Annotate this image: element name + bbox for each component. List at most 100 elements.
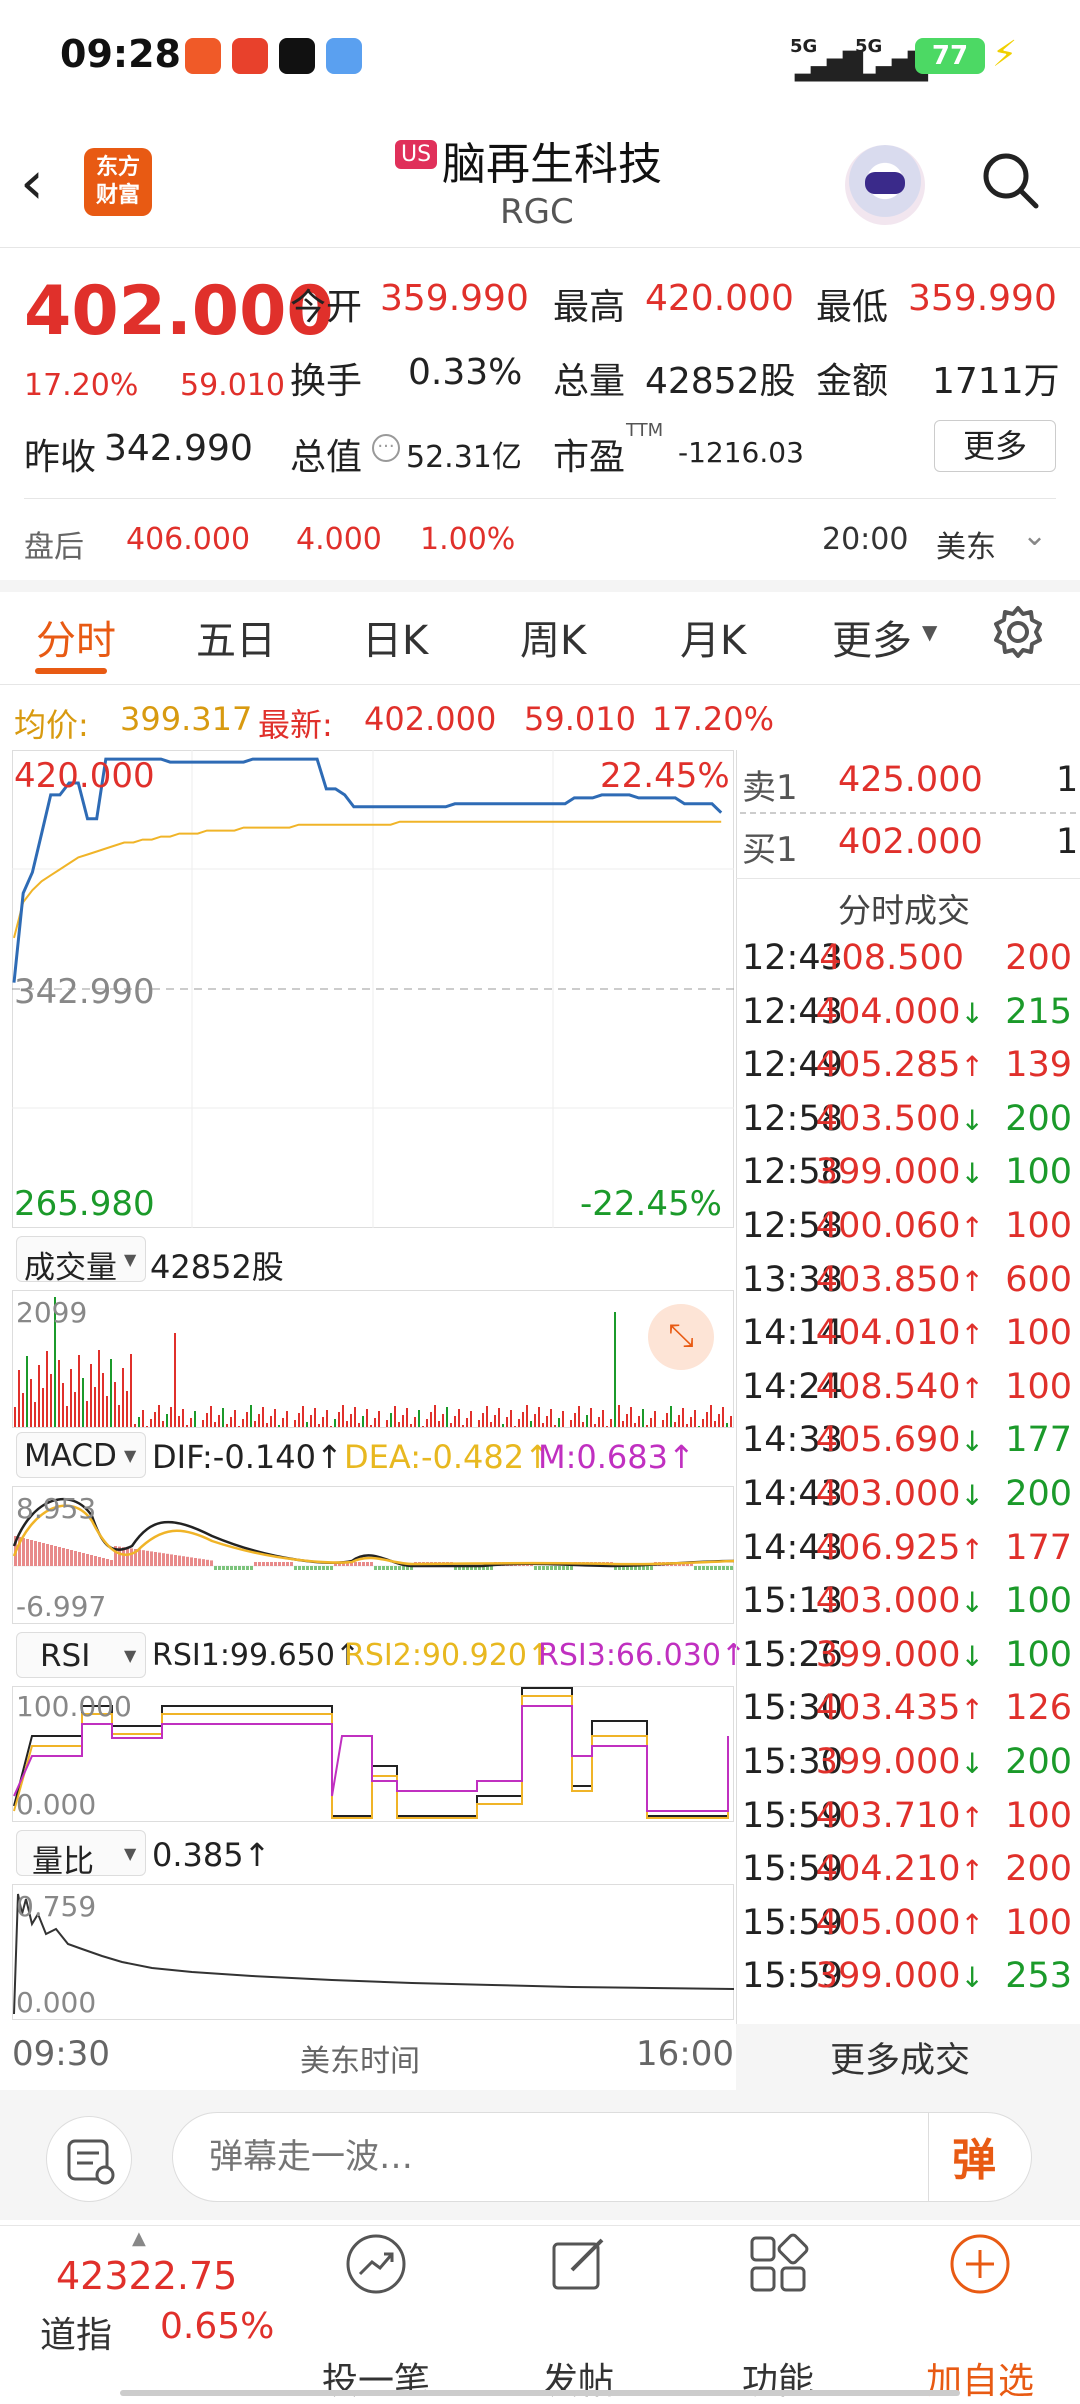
volume-bar (458, 1409, 460, 1427)
volume-bar (394, 1406, 396, 1427)
settings-gear-icon[interactable] (990, 604, 1046, 660)
volume-bar (558, 1418, 560, 1427)
volume-bar (170, 1407, 172, 1427)
index-value[interactable]: 42322.75 (56, 2254, 237, 2298)
listen-app-icon (232, 38, 268, 74)
status-time: 09:28 (60, 32, 181, 76)
volume-bar (62, 1383, 64, 1427)
macd-bar (718, 1566, 721, 1570)
nav-functions[interactable]: 功能 (698, 2352, 858, 2404)
macd-dif: DIF:-0.140↑ (152, 1438, 343, 1476)
rsi-bottom-label: 0.000 (16, 1788, 97, 1821)
volume-bar (338, 1412, 340, 1427)
volume-bar (590, 1408, 592, 1427)
macd-bar (74, 1551, 77, 1566)
trade-qty: 126 (1005, 1688, 1072, 1729)
rsi-top-label: 100.000 (16, 1690, 132, 1723)
macd-bar (694, 1566, 697, 1570)
macd-bar (370, 1562, 373, 1566)
volume-bar (682, 1408, 684, 1427)
low-value: 359.990 (908, 278, 1057, 319)
volume-bar (486, 1406, 488, 1427)
info-dots-icon[interactable]: ··· (372, 434, 400, 462)
trade-qty: 100 (1005, 1902, 1072, 1943)
volume-bar (230, 1417, 232, 1427)
danmu-settings-button[interactable] (46, 2116, 132, 2202)
volume-bar (390, 1413, 392, 1427)
macd-bar (646, 1566, 649, 1570)
volume-bar (226, 1424, 228, 1427)
trade-qty: 200 (1005, 1474, 1072, 1514)
macd-bar (30, 1540, 33, 1566)
caret-down-icon: ▼ (124, 1646, 137, 1665)
turnover-value: 0.33% (408, 352, 523, 393)
index-pct[interactable]: 0.65% (160, 2306, 274, 2347)
volume-bar (346, 1421, 348, 1427)
grid-functions-icon (750, 2233, 809, 2292)
volume-bar (626, 1414, 628, 1427)
volume-bar (694, 1410, 696, 1427)
volume-bar (638, 1416, 640, 1427)
macd-bar (282, 1562, 285, 1566)
sell1-price: 425.000 (838, 760, 983, 800)
expand-icon[interactable]: ⤡ (648, 1304, 714, 1370)
tab-five-day[interactable]: 五日 (196, 608, 276, 666)
volume-bar (386, 1420, 388, 1427)
edit-post-icon (552, 2238, 604, 2290)
trade-row: 15:59 403.710↑ 100 (742, 1796, 1076, 1850)
buy1-price: 402.000 (838, 822, 983, 862)
volume-bar (662, 1420, 664, 1427)
trade-price: 403.435↑ (815, 1688, 984, 1729)
volume-bar (138, 1417, 140, 1427)
macd-bar (706, 1566, 709, 1570)
macd-bar (638, 1566, 641, 1570)
trade-price: 399.000↓ (815, 1742, 984, 1782)
y-bottom-label: 265.980 (14, 1184, 155, 1224)
buy1-qty: 1 (1056, 822, 1079, 862)
last-change: 59.010 (524, 700, 636, 738)
macd-bar (730, 1566, 733, 1570)
macd-bar (538, 1566, 541, 1570)
volume-bar (70, 1369, 72, 1427)
search-icon[interactable] (980, 150, 1040, 210)
arrow-down-icon: ↓ (960, 1479, 984, 1512)
tab-monthly-k[interactable]: 月K (680, 608, 746, 666)
index-name[interactable]: 道指 (40, 2306, 112, 2358)
tab-daily-k[interactable]: 日K (362, 608, 428, 666)
more-quote-button[interactable]: 更多 (934, 420, 1056, 472)
trade-price: 404.210↑ (815, 1849, 984, 1890)
volume-bar (410, 1424, 412, 1427)
tab-weekly-k[interactable]: 周K (520, 608, 586, 666)
nav-post[interactable]: 发帖 (498, 2352, 658, 2404)
volume-bar (306, 1422, 308, 1427)
back-button[interactable]: ‹ (20, 148, 44, 218)
more-trades-button[interactable]: 更多成交 (830, 2032, 970, 2083)
danmu-input[interactable] (172, 2112, 1032, 2202)
macd-bar (570, 1566, 573, 1570)
after-hours-pct: 1.00% (420, 522, 516, 557)
after-hours-label: 盘后 (24, 530, 84, 565)
trade-row: 15:59 399.000↓ 253 (742, 1956, 1076, 2010)
trade-price: 408.540↑ (815, 1366, 984, 1407)
trade-qty: 100 (1005, 1634, 1072, 1675)
tab-more[interactable]: 更多 (832, 608, 912, 666)
nav-add-watchlist[interactable]: 加自选 (900, 2352, 1060, 2404)
tab-intraday[interactable]: 分时 (36, 608, 116, 666)
macd-bar (326, 1566, 329, 1570)
turnover-label: 换手 (290, 361, 363, 402)
volume-bar (294, 1420, 296, 1427)
pe-value: -1216.03 (678, 436, 804, 469)
volume-bar (78, 1355, 80, 1427)
current-price: 402.000 (24, 272, 334, 351)
trade-qty: 177 (1005, 1420, 1072, 1461)
danmu-send-button[interactable]: 弹 (952, 2124, 996, 2188)
mktcap-value: 52.31亿 (406, 440, 522, 475)
volume-bar (490, 1422, 492, 1427)
volume-bar (154, 1412, 156, 1427)
volume-bar (122, 1368, 124, 1427)
nav-invest[interactable]: 投一笔 (296, 2352, 456, 2404)
volume-bar (578, 1406, 580, 1427)
macd-bar (542, 1566, 545, 1570)
chevron-down-icon[interactable]: ⌄ (1022, 518, 1047, 553)
macd-bar (138, 1549, 141, 1566)
